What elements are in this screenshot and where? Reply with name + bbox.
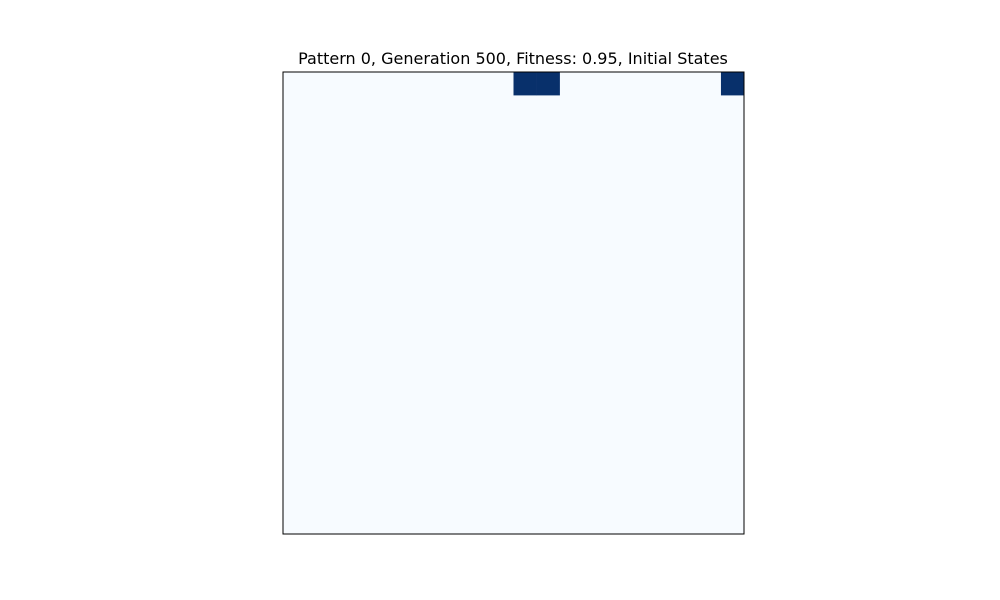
- heatmap-cell-r0-c11: [536, 72, 560, 96]
- heatmap-plot-area: [282, 71, 745, 535]
- heatmap-cell-r0-c10: [513, 72, 537, 96]
- heatmap-background: [283, 72, 744, 534]
- figure: Pattern 0, Generation 500, Fitness: 0.95…: [282, 49, 745, 535]
- chart-title: Pattern 0, Generation 500, Fitness: 0.95…: [298, 49, 728, 68]
- heatmap-cell-r0-c19: [720, 72, 745, 96]
